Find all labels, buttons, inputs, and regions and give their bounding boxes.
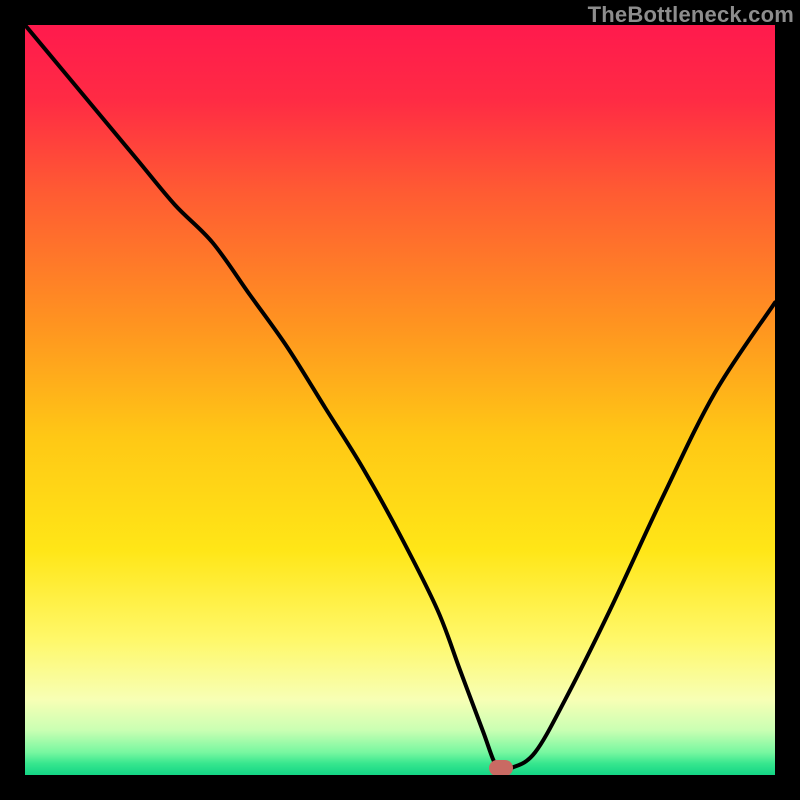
optimal-point-marker bbox=[489, 760, 513, 776]
bottleneck-curve bbox=[25, 25, 775, 775]
plot-area bbox=[25, 25, 775, 775]
chart-frame: TheBottleneck.com bbox=[0, 0, 800, 800]
watermark-text: TheBottleneck.com bbox=[588, 2, 794, 28]
